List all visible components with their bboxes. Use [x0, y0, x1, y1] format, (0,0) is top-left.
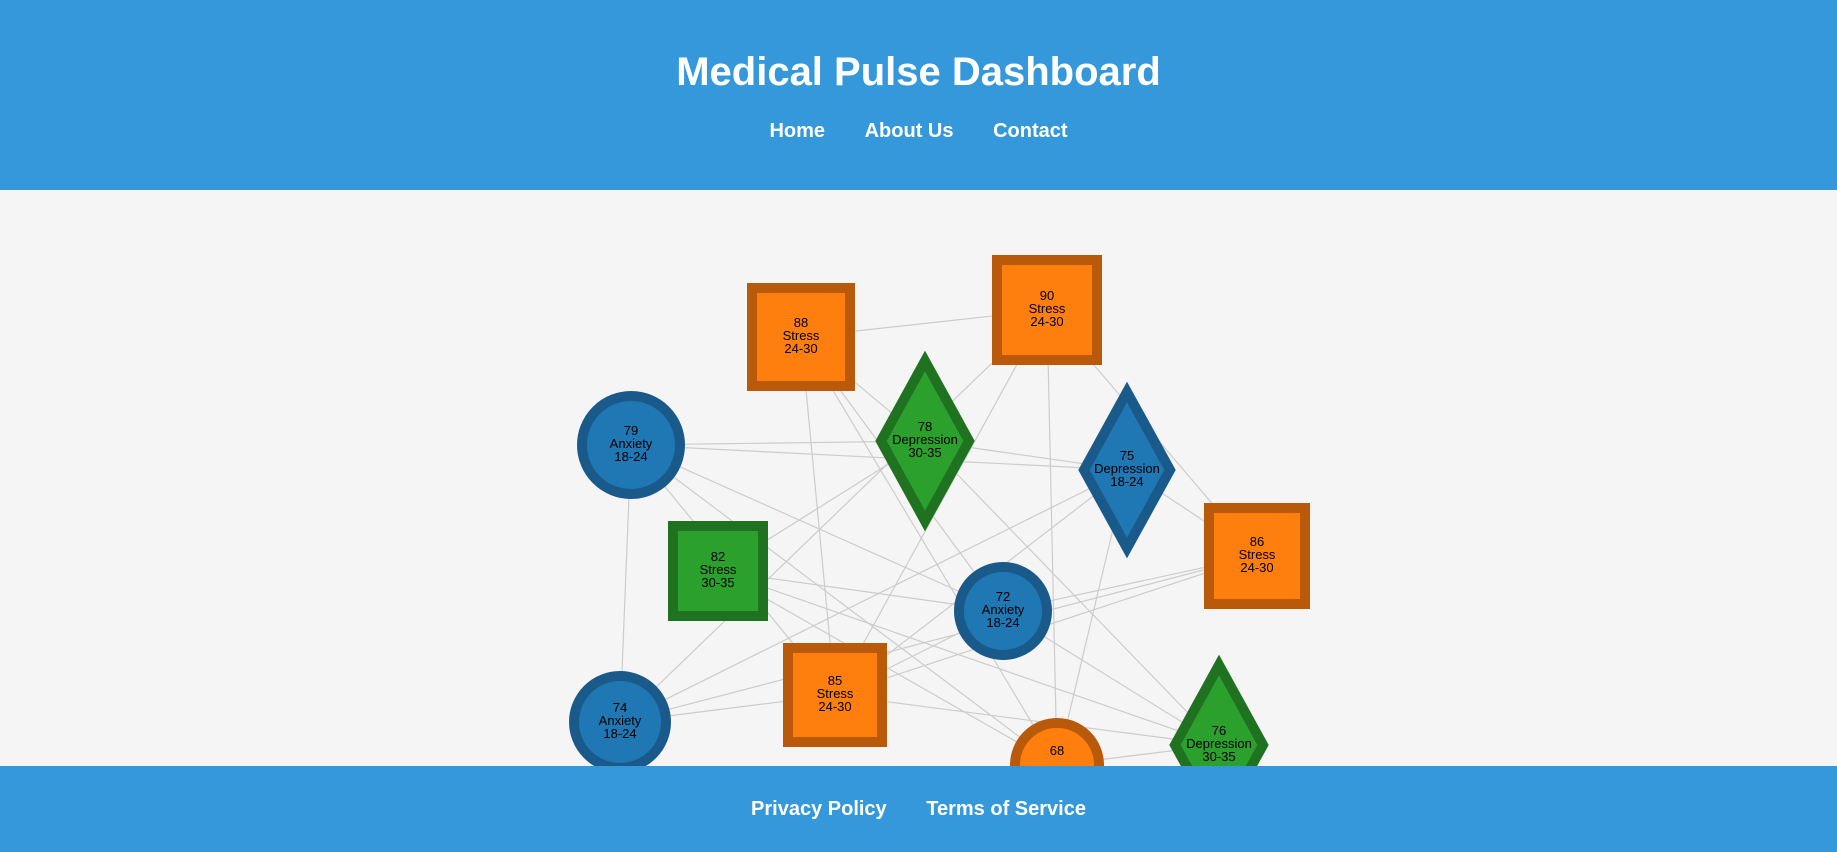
- node-age-label: 30-35: [1202, 749, 1235, 764]
- graph-node-square[interactable]: 85Stress24-30: [783, 643, 887, 747]
- terms-of-service-link[interactable]: Terms of Service: [926, 766, 1086, 852]
- graph-node-circle[interactable]: 79Anxiety18-24: [577, 391, 685, 499]
- node-age-label: 18-24: [1110, 474, 1143, 489]
- graph-node-diamond[interactable]: 75Depression18-24: [1078, 381, 1176, 559]
- graph-node-circle[interactable]: 68: [1010, 718, 1104, 766]
- node-age-label: 24-30: [1240, 560, 1273, 575]
- node-age-label: 30-35: [701, 575, 734, 590]
- network-graph: 88Stress24-30 90Stress24-30 79Anxiety18-24…: [569, 255, 1310, 766]
- graph-node-square[interactable]: 86Stress24-30: [1204, 503, 1310, 609]
- nav-contact-link[interactable]: Contact: [993, 120, 1067, 143]
- node-age-label: 24-30: [818, 699, 851, 714]
- graph-node-square[interactable]: 88Stress24-30: [747, 283, 855, 391]
- node-age-label: 30-35: [908, 445, 941, 460]
- graph-node-diamond[interactable]: 76Depression30-35: [1169, 654, 1269, 766]
- privacy-policy-link[interactable]: Privacy Policy: [751, 766, 887, 852]
- graph-node-square[interactable]: 82Stress30-35: [668, 521, 768, 621]
- node-age-label: 18-24: [603, 726, 636, 741]
- graph-node-circle[interactable]: 74Anxiety18-24: [569, 671, 671, 766]
- graph-node-circle[interactable]: 72Anxiety18-24: [954, 562, 1052, 660]
- network-graph-area: 88 Stress 24-30 90 Stress 24-30 79 Anxiety 18-24…: [0, 190, 1837, 766]
- graph-node-diamond[interactable]: 78Depression30-35: [875, 350, 975, 532]
- node-value-label: 68: [1050, 743, 1064, 758]
- graph-edge: [1046, 309, 1058, 766]
- nav-home-link[interactable]: Home: [769, 120, 825, 143]
- page-title: Medical Pulse Dashboard: [676, 50, 1161, 94]
- node-age-label: 24-30: [784, 341, 817, 356]
- nav-about-us-link[interactable]: About Us: [865, 120, 954, 143]
- node-age-label: 18-24: [614, 449, 647, 464]
- header: Medical Pulse Dashboard Home About Us Co…: [0, 0, 1837, 190]
- graph-node-square[interactable]: 90Stress24-30: [992, 255, 1102, 365]
- main-nav: Home About Us Contact: [0, 120, 1837, 143]
- node-age-label: 24-30: [1030, 314, 1063, 329]
- node-age-label: 18-24: [986, 615, 1019, 630]
- footer: Privacy Policy Terms of Service: [0, 766, 1837, 852]
